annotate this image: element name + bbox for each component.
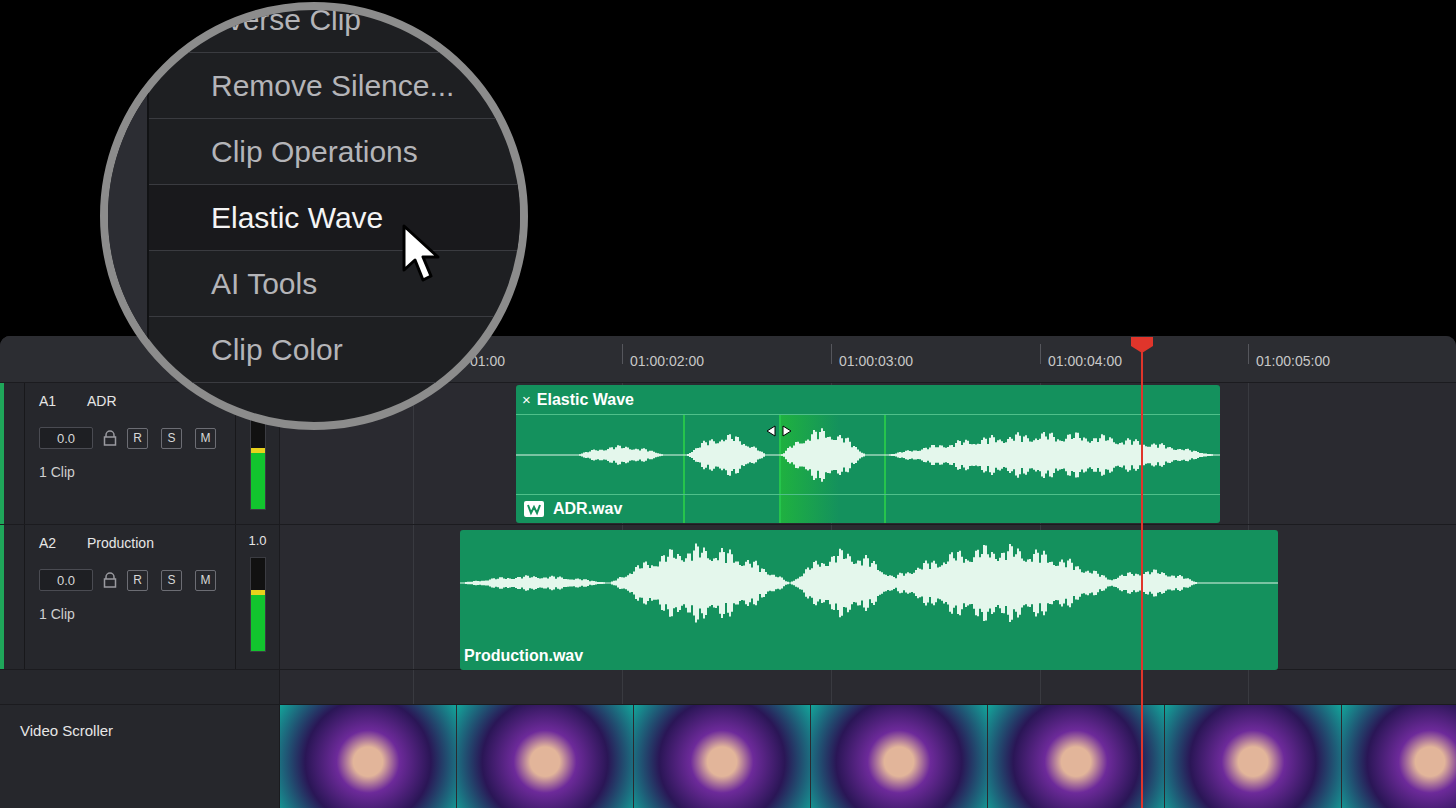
rsm-buttons: RSM [127,428,216,449]
meter-fill [251,448,265,509]
audio-clip[interactable]: × Elastic Wave ADR.wav [516,385,1220,523]
clip-title: Elastic Wave [537,391,634,409]
cursor-icon [402,224,442,288]
playhead-handle-icon [1130,336,1154,354]
grid-line [1248,383,1249,524]
menu-item-label: Clip Color [211,333,343,367]
audio-clip[interactable]: Production.wav [460,530,1278,670]
waveform [460,530,1278,636]
track-title: A2Production [39,534,235,552]
menu-item[interactable]: Clip Color [149,317,520,383]
ruler-tick-line [1040,344,1041,364]
elastic-marker[interactable] [683,415,685,523]
wave-clip-icon [524,501,544,517]
meter-fill [251,590,265,651]
magnifier: everse Clip Remove Silence... Clip Operati… [100,2,528,430]
video-thumbnail [1342,705,1456,808]
ruler-tick: 01:00:03:00 [839,353,913,369]
track-button[interactable]: R [127,570,148,591]
track-gain: 1.0 [248,533,266,549]
elastic-marker[interactable] [884,415,886,523]
ruler-tick-line [622,344,623,364]
lock-icon[interactable] [103,430,117,446]
empty-header [0,670,280,704]
track-gutter [4,383,25,524]
waveform-area [516,416,1220,494]
track-button[interactable]: R [127,428,148,449]
track-buttons: 0.0 RSM [39,569,235,591]
menu-item-label: Elastic Wave [211,201,383,235]
menu-item[interactable]: everse Clip [149,2,520,53]
video-thumbnail [1165,705,1341,808]
lock-icon[interactable] [103,572,117,588]
grid-line [622,670,623,704]
magnifier-side [108,10,147,422]
menu-item-label: Remove Silence... [211,69,454,103]
menu-item-label: Clip Operations [211,135,418,169]
clip-filename: ADR.wav [553,500,622,518]
video-thumbnail [280,705,456,808]
track-button[interactable]: M [195,570,216,591]
clip-title-bar: × Elastic Wave [516,385,1220,415]
video-thumbnails[interactable] [280,705,1456,808]
volume-field[interactable]: 0.0 [39,569,93,591]
track-header: A2Production 0.0 RSM 1 Clip 1.0 [0,525,280,669]
track-buttons: 0.0 RSM [39,427,235,449]
playhead[interactable] [1141,337,1143,808]
empty-track [0,670,1456,705]
video-track: Video Scroller [0,705,1456,808]
grid-line [413,670,414,704]
grid-line [1040,670,1041,704]
ruler-tick-line [831,344,832,364]
waveform [516,416,1220,494]
menu-item[interactable]: Elastic Wave [149,185,520,251]
clip-footer: ADR.wav [516,494,1220,523]
clip-count: 1 Clip [39,464,235,480]
waveform-area [460,530,1278,636]
ruler-tick-line [1248,344,1249,364]
track-id: A2 [39,535,87,551]
menu-item[interactable]: AI Tools [149,251,520,317]
video-header: Video Scroller [0,705,280,808]
audio-meter [250,557,266,652]
ruler-tick: 01:00:05:00 [1256,353,1330,369]
menu-item[interactable]: Remove Silence... [149,53,520,119]
rsm-buttons: RSM [127,570,216,591]
audio-track: A2Production 0.0 RSM 1 Clip 1.0 Production.wa… [0,525,1456,670]
ruler-tick: 01:00:04:00 [1048,353,1122,369]
elastic-marker[interactable] [779,415,781,523]
track-lane: Production.wav [280,525,1456,669]
video-track-name: Video Scroller [20,722,113,808]
close-button[interactable]: × [522,391,531,408]
track-lane: × Elastic Wave ADR.wav [280,383,1456,524]
clip-footer: Production.wav [464,647,583,665]
track-button[interactable]: M [195,428,216,449]
context-menu: everse Clip Remove Silence... Clip Operati… [147,2,520,383]
track-button[interactable]: S [161,428,182,449]
clip-count: 1 Clip [39,606,235,622]
video-thumbnail [811,705,987,808]
grid-line [831,670,832,704]
track-button[interactable]: S [161,570,182,591]
track-name[interactable]: Production [87,535,154,551]
empty-lane [280,670,1456,704]
volume-field[interactable]: 0.0 [39,427,93,449]
menu-item-label: AI Tools [211,267,317,301]
video-thumbnail [457,705,633,808]
video-thumbnail [988,705,1164,808]
audio-meter [250,415,266,510]
track-gutter [4,525,25,669]
meter-column: 1.0 [235,525,279,669]
track-controls: A2Production 0.0 RSM 1 Clip [25,525,235,669]
elastic-handles-icon [764,424,794,438]
menu-item-label: everse Clip [211,3,361,37]
menu-item[interactable]: Clip Operations [149,119,520,185]
grid-line [1248,670,1249,704]
track-id: A1 [39,393,87,409]
video-thumbnail [634,705,810,808]
grid-line [413,525,414,669]
ruler-tick: 01:00:02:00 [630,353,704,369]
